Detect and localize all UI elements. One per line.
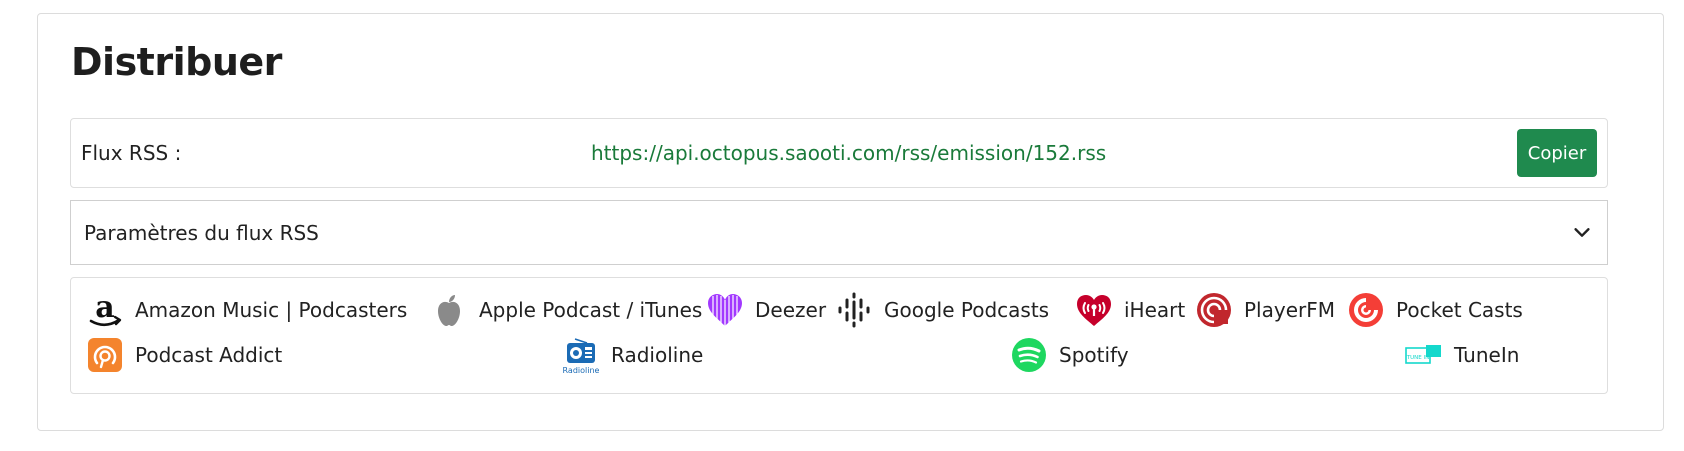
google-podcasts-icon xyxy=(834,290,874,330)
section-title: Distribuer xyxy=(71,40,282,84)
platform-spotify[interactable]: Spotify xyxy=(1009,335,1129,375)
platform-google-podcasts[interactable]: Google Podcasts xyxy=(834,290,1049,330)
platform-podcast-addict[interactable]: Podcast Addict xyxy=(85,335,282,375)
platform-apple[interactable]: Apple Podcast / iTunes xyxy=(429,290,702,330)
pocket-casts-icon xyxy=(1346,290,1386,330)
playerfm-icon xyxy=(1194,290,1234,330)
deezer-icon xyxy=(705,290,745,330)
rss-params-accordion[interactable]: Paramètres du flux RSS xyxy=(70,200,1608,265)
platform-label: Spotify xyxy=(1059,343,1129,367)
rss-params-label: Paramètres du flux RSS xyxy=(84,221,319,245)
spotify-icon xyxy=(1009,335,1049,375)
platform-iheart[interactable]: iHeart xyxy=(1074,290,1185,330)
platform-label: Podcast Addict xyxy=(135,343,283,367)
rss-feed-box: Flux RSS : https://api.octopus.saooti.co… xyxy=(70,118,1608,188)
platform-label: TuneIn xyxy=(1454,343,1520,367)
chevron-down-icon xyxy=(1574,228,1590,237)
tunein-logo-text: TUNE IN xyxy=(1406,355,1429,361)
radioline-icon: Radioline xyxy=(561,335,601,375)
platform-amazon[interactable]: a Amazon Music | Podcasters xyxy=(85,290,407,330)
svg-text:a: a xyxy=(95,290,114,325)
platform-label: Google Podcasts xyxy=(884,298,1050,322)
platform-label: Deezer xyxy=(755,298,827,322)
iheart-icon xyxy=(1074,290,1114,330)
amazon-icon: a xyxy=(85,290,125,330)
radioline-logo-text: Radioline xyxy=(563,366,600,375)
platform-label: Amazon Music | Podcasters xyxy=(135,298,408,322)
platform-label: Pocket Casts xyxy=(1396,298,1523,322)
platform-label: PlayerFM xyxy=(1244,298,1335,322)
platform-deezer[interactable]: Deezer xyxy=(705,290,826,330)
platform-list: a Amazon Music | Podcasters Apple Podcas… xyxy=(70,277,1608,394)
platform-label: Radioline xyxy=(611,343,704,367)
copy-button[interactable]: Copier xyxy=(1517,129,1597,177)
rss-label: Flux RSS : xyxy=(81,141,182,165)
tunein-icon: TUNE IN xyxy=(1404,335,1444,375)
platform-label: Apple Podcast / iTunes xyxy=(479,298,703,322)
platform-pocket-casts[interactable]: Pocket Casts xyxy=(1346,290,1523,330)
distribute-card: Distribuer Flux RSS : https://api.octopu… xyxy=(37,13,1664,431)
platform-playerfm[interactable]: PlayerFM xyxy=(1194,290,1335,330)
platform-tunein[interactable]: TUNE IN TuneIn xyxy=(1404,335,1519,375)
podcast-addict-icon xyxy=(85,335,125,375)
platform-label: iHeart xyxy=(1124,298,1186,322)
platform-radioline[interactable]: Radioline Radioline xyxy=(561,335,703,375)
rss-url[interactable]: https://api.octopus.saooti.com/rss/emiss… xyxy=(591,141,1106,165)
apple-icon xyxy=(429,290,469,330)
